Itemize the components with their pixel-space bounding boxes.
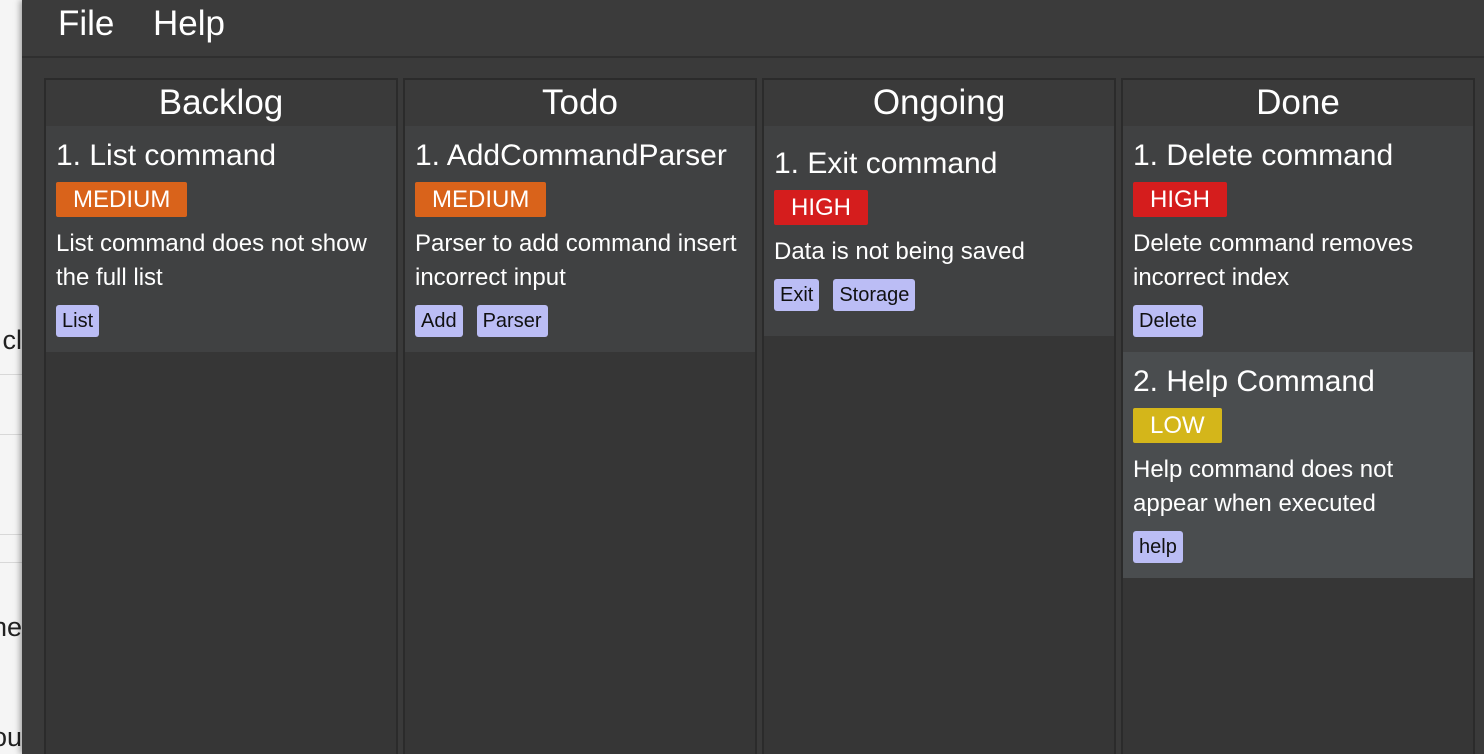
tag-list: Add Parser	[415, 305, 745, 337]
background-text: ne	[0, 612, 22, 642]
divider	[0, 562, 22, 563]
task-card[interactable]: 1. AddCommandParser MEDIUM Parser to add…	[405, 126, 755, 352]
divider	[0, 534, 22, 535]
card-description: Data is not being saved	[774, 238, 1025, 265]
priority-badge: HIGH	[1133, 182, 1227, 217]
priority-badge: MEDIUM	[56, 182, 188, 217]
column-backlog: Backlog 1. List command MEDIUM List comm…	[44, 78, 398, 754]
tag[interactable]: Parser	[476, 305, 548, 337]
tag[interactable]: Add	[415, 305, 463, 337]
divider	[0, 434, 22, 435]
tag[interactable]: Exit	[774, 279, 820, 311]
task-card[interactable]: 2. Help Command LOW Help command does no…	[1123, 352, 1473, 578]
menu-bar: File Help	[22, 0, 1484, 58]
tag[interactable]: help	[1133, 531, 1183, 563]
column-title: Done	[1123, 80, 1473, 126]
tag-list: Delete	[1133, 305, 1463, 337]
card-title: 1. AddCommandParser	[415, 139, 727, 172]
background-text: ou	[0, 722, 22, 752]
task-card[interactable]: 1. List command MEDIUM List command does…	[46, 126, 396, 352]
card-description: Help command does not appear when execut…	[1133, 456, 1394, 517]
menu-help[interactable]: Help	[153, 4, 225, 44]
column-ongoing: Ongoing 1. Exit command HIGH Data is not…	[762, 78, 1116, 754]
app-window: File Help Backlog 1. List command MEDIUM…	[22, 0, 1484, 754]
background-window: cl ne ou	[0, 0, 22, 754]
card-title: 1. List command	[56, 139, 277, 172]
task-card[interactable]: 1. Exit command HIGH Data is not being s…	[764, 126, 1114, 336]
column-title: Ongoing	[764, 80, 1114, 126]
card-title: 1. Exit command	[774, 147, 998, 180]
tag-list: Exit Storage	[774, 279, 1104, 311]
card-description: List command does not show the full list	[56, 230, 367, 291]
tag[interactable]: Delete	[1133, 305, 1203, 337]
task-card[interactable]: 1. Delete command HIGH Delete command re…	[1123, 126, 1473, 352]
tag[interactable]: List	[56, 305, 100, 337]
priority-badge: MEDIUM	[415, 182, 547, 217]
column-todo: Todo 1. AddCommandParser MEDIUM Parser t…	[403, 78, 757, 754]
priority-badge: HIGH	[774, 190, 868, 225]
card-title: 2. Help Command	[1133, 365, 1375, 398]
kanban-board: Backlog 1. List command MEDIUM List comm…	[44, 78, 1476, 754]
tag-list: help	[1133, 531, 1463, 563]
card-description: Parser to add command insert incorrect i…	[415, 230, 737, 291]
background-text: cl	[2, 325, 23, 355]
divider	[0, 374, 22, 375]
card-description: Delete command removes incorrect index	[1133, 230, 1414, 291]
tag[interactable]: Storage	[833, 279, 916, 311]
column-done: Done 1. Delete command HIGH Delete comma…	[1121, 78, 1475, 754]
priority-badge: LOW	[1133, 408, 1222, 443]
column-title: Backlog	[46, 80, 396, 126]
tag-list: List	[56, 305, 386, 337]
menu-file[interactable]: File	[58, 4, 114, 44]
column-title: Todo	[405, 80, 755, 126]
card-title: 1. Delete command	[1133, 139, 1394, 172]
